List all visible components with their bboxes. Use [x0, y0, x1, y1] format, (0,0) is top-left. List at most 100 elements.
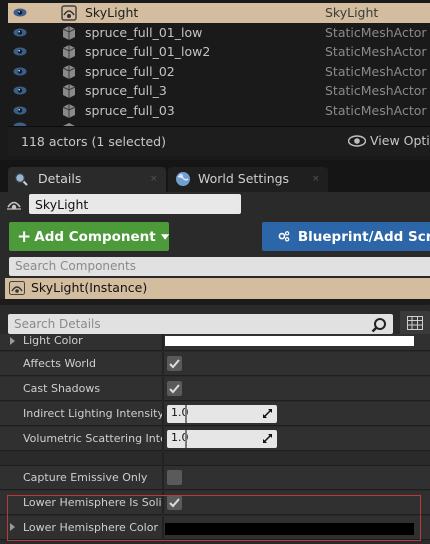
tab-details[interactable]: Details × [8, 167, 166, 192]
property-light-color: Light Color [0, 334, 430, 351]
chevron-down-icon [160, 233, 169, 240]
visibility-eye-icon[interactable] [13, 28, 27, 37]
tab-world-settings-label: World Settings [198, 171, 290, 186]
outliner-row-type: StaticMeshActor [325, 63, 427, 79]
resize-arrows-icon [263, 409, 272, 418]
outliner-row-type: SkyLight [325, 5, 379, 20]
tab-world-settings[interactable]: World Settings × [168, 167, 328, 192]
column-separator [162, 334, 164, 351]
column-separator [162, 402, 164, 426]
world-outliner: SkyLight SkyLight spruce_full_01_low Sta… [0, 0, 430, 160]
checkbox[interactable] [167, 356, 182, 371]
checkbox[interactable] [167, 381, 182, 396]
property-label: Affects World [23, 357, 96, 370]
eye-icon [348, 134, 366, 147]
grid-icon [407, 316, 423, 330]
property-indirect-lighting-intensity: Indirect Lighting Intensity 1.0 [0, 402, 430, 426]
outliner-row-name: SkyLight [85, 5, 139, 20]
static-mesh-icon [62, 84, 76, 98]
actor-count: 118 actors (1 selected) [21, 134, 166, 149]
number-field[interactable]: 1.0 [167, 405, 277, 423]
outliner-row[interactable]: SkyLight SkyLight [8, 3, 430, 23]
component-instance-row[interactable]: SkyLight(Instance) [5, 278, 430, 299]
property-matrix-button[interactable] [400, 311, 430, 336]
column-separator [162, 352, 164, 376]
plus-icon: + [17, 226, 32, 247]
outliner-row-type: StaticMeshActor [325, 24, 427, 40]
expand-arrow-icon[interactable] [10, 337, 15, 345]
visibility-eye-icon[interactable] [13, 8, 27, 17]
close-icon[interactable]: × [312, 175, 320, 184]
blueprint-gear-icon [278, 231, 290, 242]
static-mesh-icon [62, 103, 76, 118]
slider-marker [185, 405, 187, 423]
outliner-row-name: spruce_full_01_low [85, 24, 203, 40]
resize-arrows-icon [263, 434, 272, 443]
section-divider [0, 299, 430, 305]
outliner-row[interactable]: spruce_full_3 StaticMeshActor [8, 81, 430, 101]
outliner-row-name: spruce_full_03 [85, 102, 175, 118]
blueprint-label: Blueprint/Add Scri [297, 228, 430, 245]
blueprint-add-script-button[interactable]: Blueprint/Add Scri [262, 222, 430, 251]
skylight-icon [9, 281, 25, 295]
outliner-row-name: spruce_full_3 [85, 83, 167, 98]
outliner-list: SkyLight SkyLight spruce_full_01_low Sta… [8, 3, 430, 120]
globe-icon [176, 172, 190, 186]
checkmark-icon [169, 384, 180, 394]
visibility-eye-icon[interactable] [13, 106, 27, 115]
close-icon[interactable]: × [150, 175, 158, 184]
add-component-button[interactable]: + Add Component [9, 222, 169, 251]
number-field[interactable]: 1.0 [167, 430, 277, 448]
outliner-row[interactable]: spruce_full_03 StaticMeshActor [8, 101, 430, 121]
outliner-row-name: spruce_full_01_low2 [85, 44, 211, 59]
property-volumetric-scattering: Volumetric Scattering Inten 1.0 [0, 427, 430, 451]
search-details-input[interactable]: Search Details [8, 314, 393, 334]
checkmark-icon [169, 359, 180, 369]
static-mesh-icon [62, 25, 76, 40]
component-instance-label: SkyLight(Instance) [31, 280, 148, 295]
visibility-eye-icon[interactable] [13, 86, 27, 95]
skylight-icon [7, 201, 21, 210]
property-label: Volumetric Scattering Inten [23, 432, 163, 445]
checkbox[interactable] [167, 470, 182, 485]
tab-details-label: Details [38, 171, 82, 186]
outliner-row-type: StaticMeshActor [325, 102, 427, 118]
property-label: Light Color [23, 334, 83, 347]
property-label: Cast Shadows [23, 382, 101, 395]
actor-name-field[interactable]: SkyLight [29, 194, 241, 214]
property-affects-world: Affects World [0, 352, 430, 376]
color-swatch[interactable] [165, 336, 414, 346]
skylight-icon [61, 5, 77, 21]
outliner-footer: 118 actors (1 selected) View Optio [8, 126, 430, 156]
panel-tab-bar: Details × World Settings × [0, 160, 430, 192]
slider-marker [185, 430, 187, 448]
property-label: Capture Emissive Only [23, 471, 148, 484]
static-mesh-icon [62, 64, 76, 79]
column-separator [162, 427, 164, 451]
view-options-button[interactable]: View Optio [348, 133, 430, 148]
property-spacer [0, 452, 430, 466]
visibility-eye-icon[interactable] [13, 67, 27, 76]
highlight-box [7, 495, 421, 541]
property-cast-shadows: Cast Shadows [0, 377, 430, 401]
search-icon[interactable] [371, 317, 387, 333]
outliner-row-type: StaticMeshActor [325, 44, 427, 59]
static-mesh-icon [62, 45, 76, 59]
property-capture-emissive-only: Capture Emissive Only [0, 466, 430, 490]
column-separator [162, 377, 164, 401]
details-panel: SkyLight + Add Component Blueprint/Add S… [0, 192, 430, 544]
column-separator [162, 452, 164, 466]
outliner-row-type: StaticMeshActor [325, 83, 427, 98]
property-label: Indirect Lighting Intensity [23, 407, 163, 420]
add-component-label: Add Component [34, 228, 156, 245]
column-separator [162, 466, 164, 490]
outliner-row[interactable]: spruce_full_01_low StaticMeshActor [8, 23, 430, 43]
outliner-row-name: spruce_full_02 [85, 63, 175, 79]
actor-name-row: SkyLight [0, 192, 430, 218]
view-options-label: View Optio [370, 133, 430, 148]
outliner-row[interactable]: spruce_full_01_low2 StaticMeshActor [8, 42, 430, 62]
details-magnifier-icon [14, 172, 28, 186]
search-components-input[interactable]: Search Components [9, 257, 430, 276]
outliner-row[interactable]: spruce_full_02 StaticMeshActor [8, 62, 430, 82]
visibility-eye-icon[interactable] [13, 47, 27, 56]
